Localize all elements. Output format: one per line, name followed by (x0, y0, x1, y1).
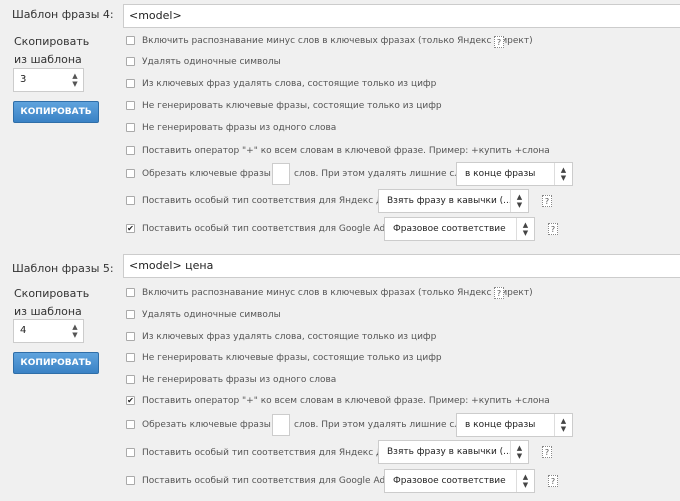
option-label: Из ключевых фраз удалять слова, состоящи… (142, 79, 437, 89)
option-label: Поставить особый тип соответствия для Ян… (142, 448, 411, 458)
option-label: Поставить особый тип соответствия для Ян… (142, 196, 411, 206)
option-label: Не генерировать фразы из одного слова (142, 123, 337, 133)
checkbox[interactable] (126, 36, 135, 45)
option-label: Не генерировать фразы из одного слова (142, 375, 337, 385)
checkbox[interactable] (126, 420, 135, 429)
select-arrows-icon: ▲ ▼ (516, 218, 534, 240)
select-arrows-icon: ▲ ▼ (554, 414, 572, 436)
yandex-match-select[interactable]: Взять фразу в кавычки (... ▲ ▼ (378, 440, 529, 464)
checkbox[interactable] (126, 101, 135, 110)
select-arrows-icon: ▲ ▼ (516, 470, 534, 492)
option-label: Включить распознавание минус слов в ключ… (142, 288, 533, 298)
select-arrows-icon: ▲ ▼ (510, 190, 528, 212)
copy-label-line1: Скопировать (14, 287, 90, 300)
trim-position-value: в конце фразы (465, 169, 536, 179)
template-label: Шаблон фразы 5: (12, 262, 114, 275)
option-label: Поставить особый тип соответствия для Go… (142, 476, 413, 486)
option-label: Удалять одиночные символы (142, 310, 281, 320)
google-match-value: Фразовое соответствие (393, 224, 506, 234)
trim-position-select[interactable]: в конце фразы ▲ ▼ (456, 162, 573, 186)
option-label: Не генерировать ключевые фразы, состоящи… (142, 353, 442, 363)
copy-label-line1: Скопировать (14, 35, 90, 48)
help-icon[interactable]: ? (548, 475, 558, 487)
checkbox[interactable] (126, 123, 135, 132)
checkbox[interactable] (126, 476, 135, 485)
template-label: Шаблон фразы 4: (12, 8, 114, 21)
trim-position-value: в конце фразы (465, 420, 536, 430)
checkbox[interactable] (126, 79, 135, 88)
copy-from-value: 3 (20, 74, 27, 85)
checkbox[interactable] (126, 353, 135, 362)
help-icon[interactable]: ? (494, 287, 504, 299)
checkbox[interactable] (126, 288, 135, 297)
copy-from-value: 4 (20, 325, 27, 336)
spinner-icon[interactable]: ▲ ▼ (70, 72, 80, 88)
phrase-input[interactable]: <model> (123, 4, 680, 28)
option-label: Поставить оператор "+" ко всем словам в … (142, 396, 550, 406)
google-match-select[interactable]: Фразовое соответствие ▲ ▼ (384, 469, 535, 493)
help-icon[interactable]: ? (548, 223, 558, 235)
option-label: Обрезать ключевые фразы до (142, 420, 286, 430)
help-icon[interactable]: ? (494, 36, 504, 48)
trim-suffix-label: слов. При этом удалять лишние слова (294, 169, 477, 179)
trim-position-select[interactable]: в конце фразы ▲ ▼ (456, 413, 573, 437)
option-label: Из ключевых фраз удалять слова, состоящи… (142, 332, 437, 342)
yandex-match-select[interactable]: Взять фразу в кавычки (... ▲ ▼ (378, 189, 529, 213)
yandex-match-value: Взять фразу в кавычки (... (387, 196, 512, 206)
select-arrows-icon: ▲ ▼ (510, 441, 528, 463)
checkbox[interactable] (126, 169, 135, 178)
help-icon[interactable]: ? (542, 446, 552, 458)
checkbox[interactable] (126, 375, 135, 384)
checkbox[interactable] (126, 146, 135, 155)
checkbox[interactable] (126, 332, 135, 341)
trim-word-count-input[interactable] (272, 163, 290, 185)
copy-button[interactable]: КОПИРОВАТЬ (13, 352, 99, 374)
google-match-value: Фразовое соответствие (393, 476, 506, 486)
option-label: Поставить оператор "+" ко всем словам в … (142, 146, 550, 156)
copy-label-line2: из шаблона (14, 53, 82, 66)
help-icon[interactable]: ? (542, 195, 552, 207)
copy-from-template-select[interactable]: 3 ▲ ▼ (13, 68, 84, 92)
checkbox[interactable] (126, 57, 135, 66)
copy-button[interactable]: КОПИРОВАТЬ (13, 101, 99, 123)
phrase-input[interactable]: <model> цена (123, 254, 680, 278)
checkbox[interactable] (126, 196, 135, 205)
option-label: Обрезать ключевые фразы до (142, 169, 286, 179)
option-label: Удалять одиночные символы (142, 57, 281, 67)
checkbox[interactable]: ✔ (126, 396, 135, 405)
copy-from-template-select[interactable]: 4 ▲ ▼ (13, 319, 84, 343)
checkbox[interactable] (126, 310, 135, 319)
checkbox[interactable]: ✔ (126, 224, 135, 233)
option-label: Поставить особый тип соответствия для Go… (142, 224, 413, 234)
select-arrows-icon: ▲ ▼ (554, 163, 572, 185)
spinner-icon[interactable]: ▲ ▼ (70, 323, 80, 339)
option-label: Включить распознавание минус слов в ключ… (142, 36, 533, 46)
trim-word-count-input[interactable] (272, 414, 290, 436)
option-label: Не генерировать ключевые фразы, состоящи… (142, 101, 442, 111)
checkbox[interactable] (126, 448, 135, 457)
yandex-match-value: Взять фразу в кавычки (... (387, 447, 512, 457)
trim-suffix-label: слов. При этом удалять лишние слова (294, 420, 477, 430)
google-match-select[interactable]: Фразовое соответствие ▲ ▼ (384, 217, 535, 241)
